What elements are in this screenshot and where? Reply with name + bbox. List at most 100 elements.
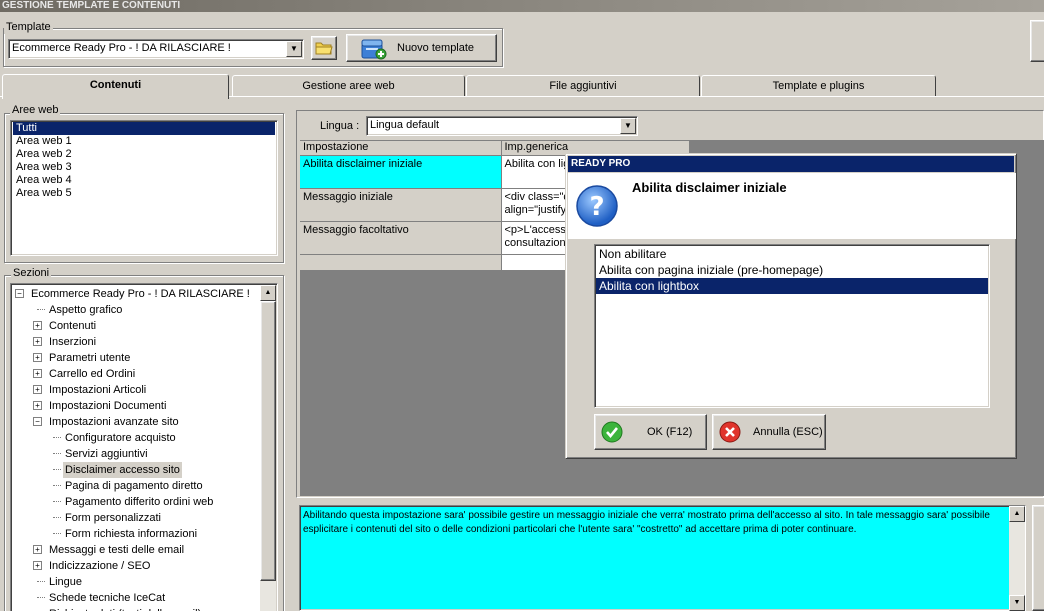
tree-line-icon	[53, 485, 61, 486]
window-title: GESTIONE TEMPLATE E CONTENUTI	[2, 0, 181, 11]
new-template-button[interactable]: Nuovo template	[346, 34, 497, 62]
list-item[interactable]: Area web 4	[13, 174, 275, 187]
svg-text:?: ?	[589, 192, 604, 222]
description-text: Abilitando questa impostazione sara' pos…	[303, 510, 990, 535]
dialog-options: Non abilitare Abilita con pagina iniziale…	[596, 246, 988, 294]
template-select[interactable]: Ecommerce Ready Pro - ! DA RILASCIARE ! …	[8, 39, 304, 59]
aree-web-list[interactable]: Tutti Area web 1 Area web 2 Area web 3 A…	[10, 120, 278, 256]
tree-item-label: Lingue	[49, 576, 83, 588]
cancel-button[interactable]: Annulla (ESC)	[712, 414, 826, 450]
tree-item-label: Impostazioni avanzate sito	[49, 416, 179, 428]
open-folder-button[interactable]	[311, 36, 337, 60]
tree-item[interactable]: + Messaggi e testi delle email	[13, 542, 259, 558]
tree-item[interactable]: Pagina di pagamento diretto	[13, 478, 259, 494]
scroll-down-icon[interactable]: ▼	[1009, 595, 1025, 611]
tree-item[interactable]: Aspetto grafico	[13, 302, 259, 318]
tab-file-aggiuntivi[interactable]: File aggiuntivi	[466, 75, 700, 97]
tree-item-label: Servizi aggiuntivi	[65, 448, 148, 460]
tab-contenuti[interactable]: Contenuti	[2, 74, 229, 99]
ok-label: OK (F12)	[647, 426, 693, 438]
tree-item-label: Aspetto grafico	[49, 304, 123, 316]
tree-line-icon	[53, 469, 61, 470]
choice-dialog: READY PRO ? Abilita disclaimer iniziale …	[565, 153, 1017, 459]
expand-icon[interactable]: +	[33, 353, 42, 362]
tab-contenuti-label: Contenuti	[89, 79, 142, 91]
expand-icon[interactable]: +	[33, 545, 42, 554]
grid-cell-name[interactable]: Messaggio facoltativo	[300, 221, 502, 255]
window-title-bar: GESTIONE TEMPLATE E CONTENUTI	[0, 0, 1044, 12]
right-edge-button[interactable]	[1030, 20, 1044, 62]
tree-item[interactable]: Pagamento differito ordini web	[13, 494, 259, 510]
question-icon: ?	[576, 185, 618, 227]
list-item[interactable]: Tutti	[13, 122, 275, 135]
dialog-options-list[interactable]: Non abilitare Abilita con pagina iniziale…	[594, 244, 990, 408]
tree-item-label: Form richiesta informazioni	[65, 528, 198, 540]
tree-item[interactable]: + Inserzioni	[13, 334, 259, 350]
ok-button[interactable]: OK (F12)	[594, 414, 707, 450]
list-item[interactable]: Area web 3	[13, 161, 275, 174]
description-box[interactable]: Abilitando questa impostazione sara' pos…	[299, 505, 1026, 611]
tree-item[interactable]: Form personalizzati	[13, 510, 259, 526]
tree-line-icon	[53, 533, 61, 534]
collapse-icon[interactable]: −	[15, 289, 24, 298]
tree-item[interactable]: Form richiesta informazioni	[13, 526, 259, 542]
tree-item[interactable]: + Parametri utente	[13, 350, 259, 366]
list-item[interactable]: Area web 5	[13, 187, 275, 200]
tree-item[interactable]: + Indicizzazione / SEO	[13, 558, 259, 574]
scroll-up-icon[interactable]: ▲	[1009, 506, 1025, 522]
tree-item[interactable]: Configuratore acquisto	[13, 430, 259, 446]
lingua-select[interactable]: Lingua default ▼	[366, 116, 638, 136]
grid-cell-name[interactable]	[300, 254, 502, 271]
tree-item[interactable]: Lingue	[13, 574, 259, 590]
dialog-heading: Abilita disclaimer iniziale	[632, 180, 787, 195]
list-item[interactable]: Area web 1	[13, 135, 275, 148]
tree-item[interactable]: Schede tecniche IceCat	[13, 590, 259, 606]
tree-item[interactable]: + Impostazioni Articoli	[13, 382, 259, 398]
dialog-option[interactable]: Abilita con lightbox	[596, 278, 988, 294]
scroll-thumb[interactable]	[260, 301, 276, 581]
tree-item-label: Indicizzazione / SEO	[49, 560, 151, 572]
description-scrollbar[interactable]: ▲ ▼	[1009, 506, 1025, 611]
tree-item[interactable]: + Impostazioni Documenti	[13, 398, 259, 414]
collapse-icon[interactable]: −	[33, 417, 42, 426]
lingua-label: Lingua :	[320, 120, 360, 132]
tree-item[interactable]: − Ecommerce Ready Pro - ! DA RILASCIARE !	[13, 286, 259, 302]
dropdown-arrow-icon[interactable]: ▼	[286, 41, 302, 57]
tab-template-e-plugins[interactable]: Template e plugins	[701, 75, 936, 97]
scroll-up-icon[interactable]: ▲	[260, 285, 276, 301]
expand-icon[interactable]: +	[33, 321, 42, 330]
dialog-option[interactable]: Abilita con pagina iniziale (pre-homepag…	[596, 262, 988, 278]
tree-item[interactable]: + Carrello ed Ordini	[13, 366, 259, 382]
grid-cell-name[interactable]: Abilita disclaimer iniziale	[300, 155, 502, 189]
dialog-header: ? Abilita disclaimer iniziale	[568, 173, 1016, 239]
list-item[interactable]: Area web 2	[13, 148, 275, 161]
expand-icon[interactable]: +	[33, 369, 42, 378]
grid-header-impostazione[interactable]: Impostazione	[300, 141, 502, 156]
dialog-option[interactable]: Non abilitare	[596, 246, 988, 262]
tab-gestione-aree-web[interactable]: Gestione aree web	[232, 75, 465, 97]
dropdown-arrow-icon[interactable]: ▼	[620, 118, 636, 134]
tree-line-icon	[53, 517, 61, 518]
tree-item[interactable]: Servizi aggiuntivi	[13, 446, 259, 462]
tree-item-label: Form personalizzati	[65, 512, 161, 524]
expand-icon[interactable]: +	[33, 337, 42, 346]
tree-item-label: Inserzioni	[49, 336, 97, 348]
tree-item[interactable]: + Contenuti	[13, 318, 259, 334]
expand-icon[interactable]: +	[33, 561, 42, 570]
tree-line-icon	[53, 453, 61, 454]
tree-item-label: Contenuti	[49, 320, 97, 332]
cancel-label: Annulla (ESC)	[753, 426, 823, 438]
grid-cell-name[interactable]: Messaggio iniziale	[300, 188, 502, 222]
tree-line-icon	[37, 581, 45, 582]
tree-scrollbar[interactable]: ▲	[260, 285, 276, 611]
tree-item[interactable]: − Impostazioni avanzate sito	[13, 414, 259, 430]
tree-item[interactable]: Disclaimer accesso sito	[13, 462, 259, 478]
sezioni-label: Sezioni	[11, 267, 52, 280]
tree-item[interactable]: Richieste dati (testi delle email)	[13, 606, 259, 611]
expand-icon[interactable]: +	[33, 401, 42, 410]
template-group-label: Template	[4, 21, 53, 34]
folder-icon	[315, 42, 333, 55]
expand-icon[interactable]: +	[33, 385, 42, 394]
tree-item-label: Ecommerce Ready Pro - ! DA RILASCIARE !	[31, 288, 250, 300]
sezioni-tree[interactable]: − Ecommerce Ready Pro - ! DA RILASCIARE !…	[10, 283, 278, 611]
